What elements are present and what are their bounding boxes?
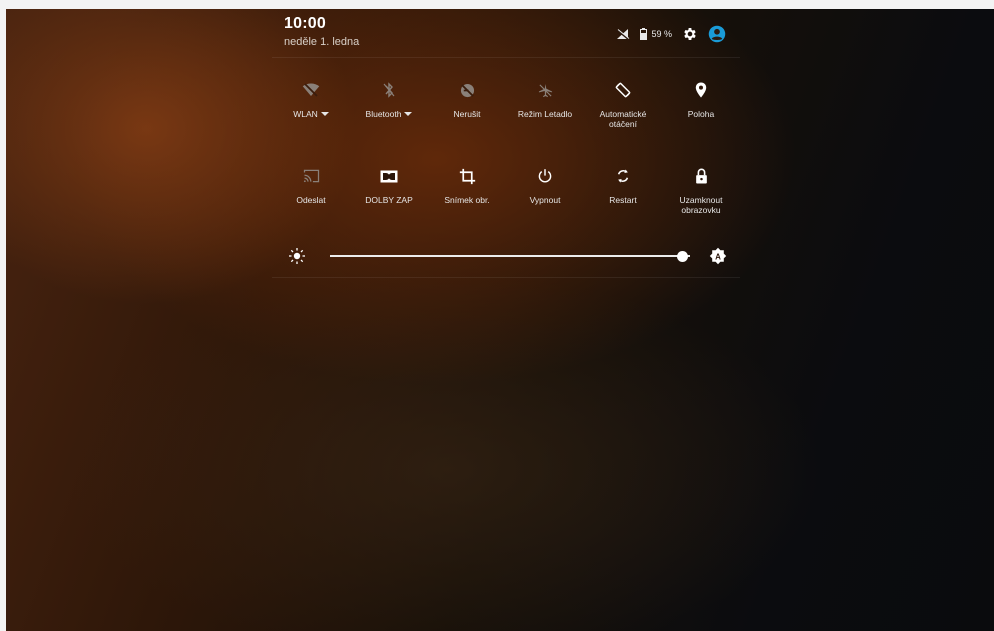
bluetooth-off-icon [383,79,395,101]
header-divider [272,57,740,58]
wifi-off-icon [302,79,320,101]
tile-do-not-disturb[interactable]: Nerušit [428,79,506,129]
tile-auto-rotate-label: Automatické otáčení [599,109,647,129]
tile-location[interactable]: Poloha [662,79,740,129]
tile-power-off[interactable]: Vypnout [506,165,584,215]
location-icon [695,79,707,101]
tiles-row-1: WLAN Bluetooth Nerušit Režim Letadlo Aut… [272,79,740,129]
tile-power-off-label: Vypnout [529,195,561,205]
battery-icon [640,28,648,40]
tile-lock-screen-label: Uzamknout obrazovku [679,195,723,215]
tile-screenshot-label: Snímek obr. [444,195,490,205]
dolby-icon [380,165,398,187]
tile-cast[interactable]: Odeslat [272,165,350,215]
tile-lock-screen[interactable]: Uzamknout obrazovku [662,165,740,215]
tile-airplane-mode-label: Režim Letadlo [517,109,573,119]
brightness-slider-thumb[interactable] [677,250,689,262]
battery-indicator: 59 % [640,28,672,40]
tile-restart-label: Restart [609,195,637,205]
user-avatar-icon[interactable] [708,25,726,43]
tile-bluetooth[interactable]: Bluetooth [350,79,428,129]
signal-off-icon [616,28,630,40]
chevron-down-icon[interactable] [320,112,329,116]
battery-percent: 59 % [651,29,672,39]
auto-rotate-icon [614,79,632,101]
tile-cast-label: Odeslat [296,195,326,205]
tile-wlan-label: WLAN [293,109,318,119]
tile-dolby[interactable]: DOLBY ZAP [350,165,428,215]
quick-settings-panel: 10:00 neděle 1. ledna 59 % WLAN Bluetoot… [272,9,740,278]
restart-icon [616,165,630,187]
tile-restart[interactable]: Restart [584,165,662,215]
chevron-down-icon[interactable] [404,112,413,116]
crop-icon [459,165,476,187]
brightness-row: A [282,245,730,267]
tile-auto-rotate[interactable]: Automatické otáčení [584,79,662,129]
airplane-off-icon [538,79,553,101]
svg-text:A: A [715,253,721,262]
tiles-row-2: Odeslat DOLBY ZAP Snímek obr. Vypnout Re… [272,165,740,215]
tile-location-label: Poloha [687,109,715,119]
do-not-disturb-off-icon [460,79,475,101]
brightness-auto-icon[interactable]: A [708,246,728,266]
tile-screenshot[interactable]: Snímek obr. [428,165,506,215]
brightness-low-icon [288,247,306,265]
brightness-slider-track[interactable] [330,250,690,262]
tile-do-not-disturb-label: Nerušit [453,109,481,119]
tile-dolby-label: DOLBY ZAP [365,195,413,205]
tile-airplane-mode[interactable]: Režim Letadlo [506,79,584,129]
screen: 10:00 neděle 1. ledna 59 % WLAN Bluetoot… [6,9,994,631]
date[interactable]: neděle 1. ledna [284,36,359,48]
cast-icon [303,165,320,187]
status-bar: 59 % [616,24,726,44]
power-icon [537,165,553,187]
clock[interactable]: 10:00 [284,15,326,33]
tile-bluetooth-label: Bluetooth [365,109,402,119]
panel-bottom-divider [272,277,740,278]
tile-wlan[interactable]: WLAN [272,79,350,129]
lock-icon [695,165,708,187]
gear-icon[interactable] [682,26,698,42]
